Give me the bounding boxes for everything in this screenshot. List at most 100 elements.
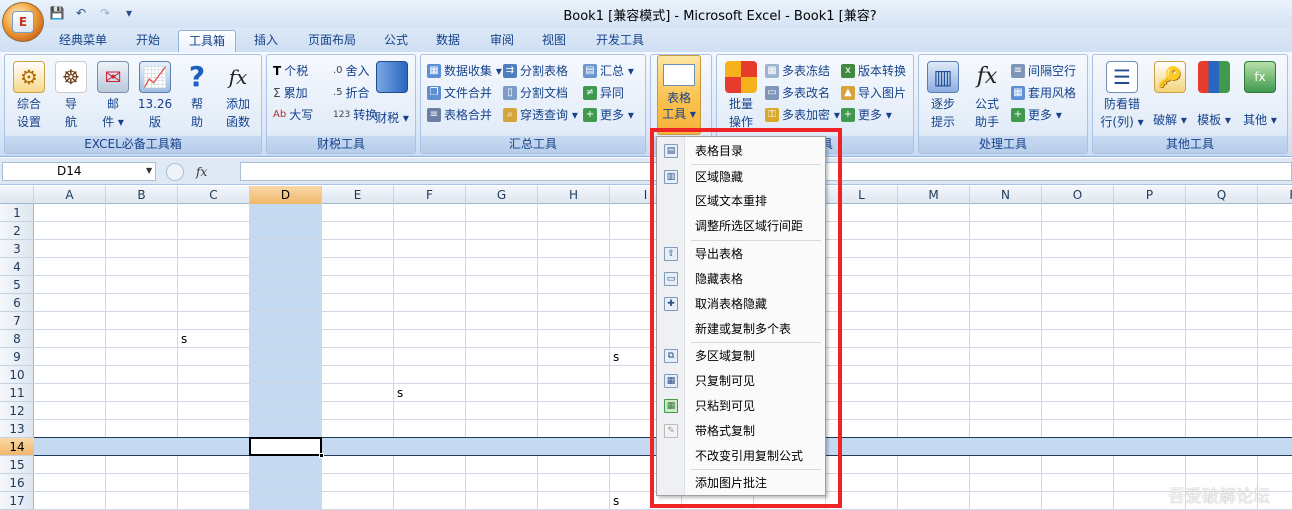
column-header-c[interactable]: C xyxy=(178,186,250,204)
tax-menu-button[interactable]: 财税 ▾ xyxy=(371,61,413,127)
name-box-dropdown-icon[interactable]: ▼ xyxy=(146,166,152,175)
fill-handle[interactable] xyxy=(319,453,324,458)
tab-toolbox[interactable]: 工具箱 xyxy=(178,30,236,52)
column-header-r[interactable]: R xyxy=(1258,186,1292,204)
qat-more-icon[interactable]: ▾ xyxy=(120,4,138,22)
tab-formulas[interactable]: 公式 xyxy=(376,30,416,52)
row-header-9[interactable]: 9 xyxy=(0,348,34,366)
add-function-button[interactable]: fx 添加 函数 xyxy=(217,61,259,131)
column-header-n[interactable]: N xyxy=(970,186,1042,204)
column-header-m[interactable]: M xyxy=(898,186,970,204)
row-header-12[interactable]: 12 xyxy=(0,402,34,420)
cell-i17[interactable]: s xyxy=(613,494,619,508)
active-cell[interactable] xyxy=(249,437,322,456)
encrypt-sheets-button[interactable]: ⚿ 多表加密 ▾ xyxy=(765,105,840,125)
rename-sheets-button[interactable]: ▭ 多表改名 xyxy=(765,83,830,103)
column-header-e[interactable]: E xyxy=(322,186,394,204)
menu-item-export-table[interactable]: ⇪ 导出表格 xyxy=(657,242,825,266)
name-box[interactable]: D14 xyxy=(2,162,156,181)
column-header-b[interactable]: B xyxy=(106,186,178,204)
diff-button[interactable]: ≠ 异同 xyxy=(583,83,624,103)
undo-icon[interactable]: ↶ xyxy=(72,4,90,22)
menu-item-hide-table[interactable]: ▭ 隐藏表格 xyxy=(657,267,825,291)
row-header-15[interactable]: 15 xyxy=(0,456,34,474)
tab-data[interactable]: 数据 xyxy=(428,30,468,52)
settings-button[interactable]: ⚙ 综合 设置 xyxy=(9,61,49,131)
column-header-q[interactable]: Q xyxy=(1186,186,1258,204)
accumulate-button[interactable]: Σ 累加 xyxy=(273,83,308,103)
row-header-16[interactable]: 16 xyxy=(0,474,34,492)
select-all-corner[interactable] xyxy=(0,186,34,204)
save-icon[interactable]: 💾 xyxy=(48,4,66,22)
fold-button[interactable]: .5 折合 xyxy=(333,83,370,103)
import-image-button[interactable]: ▲ 导入图片 xyxy=(841,83,906,103)
row-header-4[interactable]: 4 xyxy=(0,258,34,276)
menu-item-table-directory[interactable]: ▤ 表格目录 xyxy=(657,139,825,163)
cell-i9[interactable]: s xyxy=(613,350,619,364)
summary-button[interactable]: ▤ 汇总 ▾ xyxy=(583,61,634,81)
crack-button[interactable]: 🔑 破解 ▾ xyxy=(1149,61,1191,129)
freeze-sheets-button[interactable]: ▦ 多表冻结 xyxy=(765,61,830,81)
row-header-1[interactable]: 1 xyxy=(0,204,34,222)
tab-insert[interactable]: 插入 xyxy=(246,30,286,52)
step-hint-button[interactable]: ▥ 逐步 提示 xyxy=(923,61,963,131)
table-tools-button[interactable]: 表格 工具 ▾ xyxy=(657,55,701,135)
menu-item-unhide-table[interactable]: ✚ 取消表格隐藏 xyxy=(657,292,825,316)
column-header-d[interactable]: D xyxy=(250,186,322,204)
menu-item-adjust-spacing[interactable]: 调整所选区域行间距 xyxy=(657,214,825,238)
formula-circle-icon[interactable] xyxy=(166,162,184,181)
cell-c8[interactable]: s xyxy=(181,332,187,346)
version-convert-button[interactable]: x 版本转换 xyxy=(841,61,906,81)
column-header-l[interactable]: L xyxy=(826,186,898,204)
insert-function-icon[interactable]: fx xyxy=(196,165,207,179)
row-header-3[interactable]: 3 xyxy=(0,240,34,258)
other-button[interactable]: fx 其他 ▾ xyxy=(1237,61,1283,129)
cell-f11[interactable]: s xyxy=(397,386,403,400)
menu-item-new-copy-sheets[interactable]: 新建或复制多个表 xyxy=(657,317,825,341)
row-header-13[interactable]: 13 xyxy=(0,420,34,438)
menu-item-hide-region[interactable]: ▥ 区域隐藏 xyxy=(657,165,825,189)
more-batch-button[interactable]: + 更多 ▾ xyxy=(841,105,892,125)
menu-item-paste-visible[interactable]: ▦ 只粘到可见 xyxy=(657,394,825,418)
split-table-button[interactable]: ⇉ 分割表格 xyxy=(503,61,568,81)
template-button[interactable]: 模板 ▾ xyxy=(1193,61,1235,129)
redo-icon[interactable]: ↷ xyxy=(96,4,114,22)
tax-button[interactable]: T 个税 xyxy=(273,61,308,81)
formula-helper-button[interactable]: fx 公式 助手 xyxy=(967,61,1007,131)
tab-page-layout[interactable]: 页面布局 xyxy=(300,30,364,52)
more-processing-button[interactable]: + 更多 ▾ xyxy=(1011,105,1062,125)
menu-item-rearrange-text[interactable]: 区域文本重排 xyxy=(657,189,825,213)
menu-item-image-comment[interactable]: 添加图片批注 xyxy=(657,471,825,495)
interval-rows-button[interactable]: ≡ 间隔空行 xyxy=(1011,61,1076,81)
row-header-2[interactable]: 2 xyxy=(0,222,34,240)
data-collect-button[interactable]: ▦ 数据收集 ▾ xyxy=(427,61,502,81)
row-header-6[interactable]: 6 xyxy=(0,294,34,312)
mail-button[interactable]: ✉ 邮件 ▾ xyxy=(93,61,133,131)
drill-query-button[interactable]: ⌕ 穿透查询 ▾ xyxy=(503,105,578,125)
table-merge-button[interactable]: ≡ 表格合并 xyxy=(427,105,492,125)
menu-item-copy-visible[interactable]: ▦ 只复制可见 xyxy=(657,369,825,393)
round-button[interactable]: .0 舍入 xyxy=(333,61,370,81)
column-header-o[interactable]: O xyxy=(1042,186,1114,204)
file-merge-button[interactable]: ❐ 文件合并 xyxy=(427,83,492,103)
help-button[interactable]: ? 帮助 xyxy=(179,61,215,131)
row-header-17[interactable]: 17 xyxy=(0,492,34,510)
column-header-p[interactable]: P xyxy=(1114,186,1186,204)
split-doc-button[interactable]: ▯ 分割文档 xyxy=(503,83,568,103)
tab-developer[interactable]: 开发工具 xyxy=(588,30,652,52)
tab-classic-menu[interactable]: 经典菜单 xyxy=(54,30,112,52)
menu-item-multi-region-copy[interactable]: ⧉ 多区域复制 xyxy=(657,344,825,368)
tab-review[interactable]: 审阅 xyxy=(482,30,522,52)
row-header-14[interactable]: 14 xyxy=(0,438,34,456)
batch-operation-button[interactable]: 批量 操作 xyxy=(721,61,761,131)
row-header-7[interactable]: 7 xyxy=(0,312,34,330)
more-summary-button[interactable]: + 更多 ▾ xyxy=(583,105,634,125)
menu-item-copy-with-format[interactable]: ✎ 带格式复制 xyxy=(657,419,825,443)
anti-misread-button[interactable]: ☰ 防看错 行(列) ▾ xyxy=(1097,61,1147,131)
row-header-8[interactable]: 8 xyxy=(0,330,34,348)
uppercase-button[interactable]: Ab 大写 xyxy=(273,105,313,125)
version-button[interactable]: 📈 13.26 版 xyxy=(135,61,175,131)
column-header-h[interactable]: H xyxy=(538,186,610,204)
tab-home[interactable]: 开始 xyxy=(128,30,168,52)
column-header-g[interactable]: G xyxy=(466,186,538,204)
